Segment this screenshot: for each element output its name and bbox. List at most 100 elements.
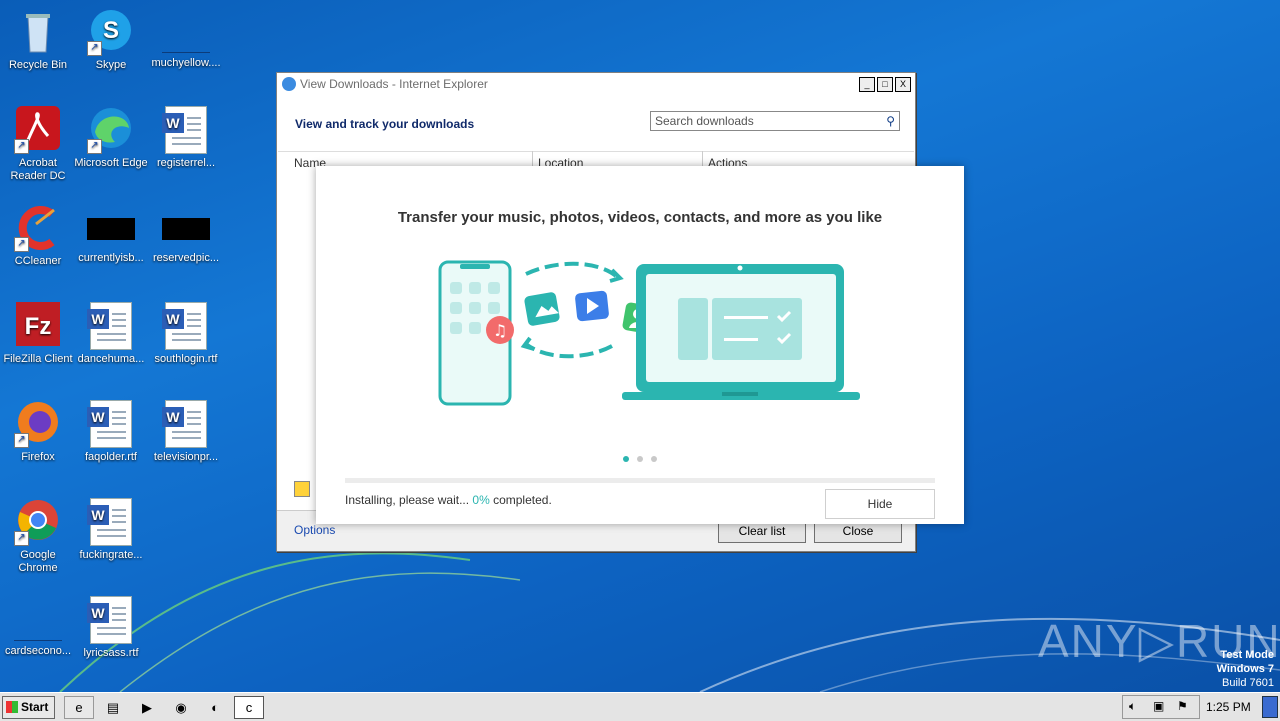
image-thumbnail-icon <box>87 218 135 240</box>
options-link[interactable]: Options <box>294 523 335 537</box>
test-mode-notice: Test Mode Windows 7 Build 7601 <box>1217 648 1274 690</box>
status-percent: 0% <box>472 493 490 507</box>
search-downloads-input[interactable]: Search downloads ⚲ <box>650 111 900 131</box>
minimize-button[interactable]: _ <box>859 76 875 92</box>
install-progress-bar <box>345 478 935 483</box>
acrobat-icon: ↗ <box>14 106 62 154</box>
desktop-icon-lyricsass[interactable]: W lyricsass.rtf <box>73 596 149 660</box>
recycle-bin-icon <box>14 8 62 56</box>
start-button[interactable]: Start <box>2 696 55 719</box>
svg-text:♫: ♫ <box>493 321 507 340</box>
taskbar-chrome-icon[interactable]: ◉ <box>166 696 196 719</box>
svg-text:S: S <box>103 17 119 44</box>
windows-logo-icon <box>6 701 18 713</box>
word-document-icon: W <box>162 106 210 154</box>
shortcut-arrow-icon: ↗ <box>14 531 29 546</box>
search-icon[interactable]: ⚲ <box>886 114 895 128</box>
window-title: View Downloads - Internet Explorer <box>300 77 488 91</box>
desktop-icon-firefox[interactable]: ↗ Firefox <box>0 400 76 464</box>
window-titlebar[interactable]: View Downloads - Internet Explorer _ □ X <box>277 73 915 95</box>
icon-label: fuckingrate... <box>79 549 143 561</box>
desktop-icon-televisionpr[interactable]: W televisionpr... <box>148 400 224 464</box>
desktop-icon-fuckingrate[interactable]: W fuckingrate... <box>73 498 149 562</box>
system-tray: 🔈︎ ▣ ⚑ <box>1122 695 1200 719</box>
icon-label: muchyellow.... <box>151 57 221 69</box>
firefox-icon: ↗ <box>14 400 62 448</box>
search-placeholder: Search downloads <box>655 114 754 128</box>
desktop-icon-faqolder[interactable]: W faqolder.rtf <box>73 400 149 464</box>
icon-label: Microsoft Edge <box>74 157 148 169</box>
build-text: Build 7601 <box>1222 677 1274 689</box>
network-icon[interactable]: ▣ <box>1153 699 1164 713</box>
icon-label: lyricsass.rtf <box>83 647 139 659</box>
word-document-icon: W <box>87 596 135 644</box>
desktop-icon-recycle-bin[interactable]: Recycle Bin <box>0 8 76 72</box>
test-mode-text: Test Mode <box>1220 649 1274 661</box>
icon-label: Skype <box>95 59 127 71</box>
desktop-icon-reservedpic[interactable]: reservedpic... <box>148 204 224 265</box>
taskbar-installer-icon[interactable]: c <box>234 696 264 719</box>
carousel-dot[interactable] <box>637 456 643 462</box>
icon-label: cardsecono... <box>4 645 72 657</box>
desktop-icon-chrome[interactable]: ↗ Google Chrome <box>0 498 76 575</box>
icon-label: faqolder.rtf <box>85 451 137 463</box>
install-status: Installing, please wait... 0% completed. <box>345 493 552 507</box>
downloads-heading: View and track your downloads <box>295 117 475 131</box>
word-document-icon: W <box>87 498 135 546</box>
installer-dialog: Transfer your music, photos, videos, con… <box>316 166 964 524</box>
shortcut-arrow-icon: ↗ <box>14 139 29 154</box>
word-document-icon: W <box>87 400 135 448</box>
icon-label: Firefox <box>21 451 55 463</box>
skype-icon: S ↗ <box>87 8 135 56</box>
file-thumbnail-icon <box>14 616 62 641</box>
action-center-flag-icon[interactable]: ⚑ <box>1177 699 1188 713</box>
carousel-dot[interactable] <box>651 456 657 462</box>
desktop-icon-filezilla[interactable]: Fz FileZilla Client <box>0 302 76 366</box>
os-text: Windows 7 <box>1216 663 1274 675</box>
carousel-dot[interactable] <box>623 456 629 462</box>
svg-text:Fz: Fz <box>25 313 52 340</box>
taskbar-clock[interactable]: 1:25 PM <box>1206 700 1251 714</box>
icon-label: reservedpic... <box>152 252 220 264</box>
speaker-icon[interactable]: 🔈︎ <box>1129 699 1136 714</box>
close-window-button[interactable]: X <box>895 76 911 92</box>
status-text-suffix: completed. <box>489 493 552 507</box>
taskbar-explorer-icon[interactable]: ▤ <box>98 696 128 719</box>
desktop-icon-muchyellow[interactable]: muchyellow.... <box>148 8 224 70</box>
desktop-icon-dancehuma[interactable]: W dancehuma... <box>73 302 149 366</box>
maximize-button[interactable]: □ <box>877 76 893 92</box>
desktop-icon-currentlyisb[interactable]: currentlyisb... <box>73 204 149 265</box>
shortcut-arrow-icon: ↗ <box>87 41 102 56</box>
icon-label: Google Chrome <box>18 549 58 574</box>
desktop-icon-southlogin[interactable]: W southlogin.rtf <box>148 302 224 366</box>
file-thumbnail-icon <box>162 28 210 53</box>
chrome-icon: ↗ <box>14 498 62 546</box>
ccleaner-icon: ↗ <box>14 204 62 252</box>
taskbar-media-player-icon[interactable]: ▶ <box>132 696 162 719</box>
taskbar-edge-icon[interactable]: ◐ <box>200 696 230 719</box>
icon-label: Acrobat Reader DC <box>10 157 66 182</box>
desktop-icon-cardsecono[interactable]: cardsecono... <box>0 596 76 658</box>
shortcut-arrow-icon: ↗ <box>87 139 102 154</box>
hide-button[interactable]: Hide <box>825 489 935 519</box>
start-label: Start <box>21 700 49 714</box>
status-text: Installing, please wait... <box>345 493 473 507</box>
desktop-icon-ccleaner[interactable]: ↗ CCleaner <box>0 204 76 268</box>
icon-label: Recycle Bin <box>8 59 68 71</box>
desktop-icon-registerrel[interactable]: W registerrel... <box>148 106 224 170</box>
desktop-icon-acrobat[interactable]: ↗ Acrobat Reader DC <box>0 106 76 183</box>
taskbar-ie-icon[interactable]: e <box>64 696 94 719</box>
ie-icon <box>282 77 296 91</box>
word-document-icon: W <box>162 302 210 350</box>
edge-icon: ↗ <box>87 106 135 154</box>
shortcut-arrow-icon: ↗ <box>14 237 29 252</box>
show-desktop-button[interactable] <box>1262 696 1278 718</box>
icon-label: registerrel... <box>156 157 216 169</box>
warning-icon <box>294 481 310 497</box>
desktop-icon-skype[interactable]: S ↗ Skype <box>73 8 149 72</box>
desktop-icon-edge[interactable]: ↗ Microsoft Edge <box>73 106 149 170</box>
icon-label: dancehuma... <box>77 353 145 365</box>
image-thumbnail-icon <box>162 218 210 240</box>
transfer-illustration: ♫ <box>438 260 860 406</box>
carousel-indicator[interactable] <box>316 449 964 467</box>
